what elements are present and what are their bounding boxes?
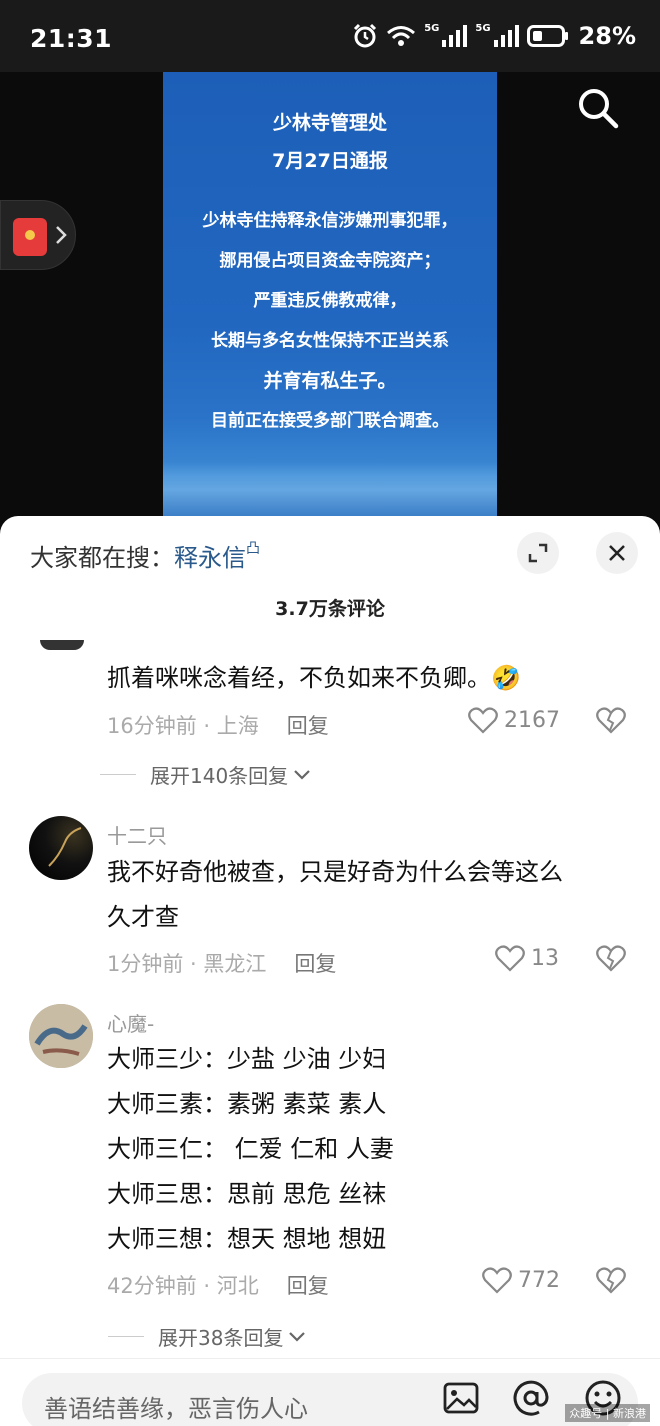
- poster-date: 7月27日通报: [272, 150, 388, 172]
- comment-input-placeholder: 善语结善缘，恶言伤人心: [44, 1395, 308, 1423]
- alarm-icon: [354, 23, 377, 48]
- like-button[interactable]: 2167: [468, 706, 560, 734]
- signal-icon: [442, 25, 468, 47]
- status-bar: 21:31 5G 5G 28%: [0, 0, 660, 72]
- hot-search-prefix: 大家都在搜：: [30, 544, 174, 572]
- comment-time-location: 16分钟前 · 上海: [107, 714, 259, 738]
- dislike-button[interactable]: [596, 706, 626, 738]
- hot-search[interactable]: 大家都在搜：释永信凸: [30, 538, 260, 573]
- comment-nickname[interactable]: 心魔-: [107, 1008, 154, 1037]
- comment-text-line: 久才查: [107, 903, 179, 931]
- heart-icon: [468, 707, 498, 734]
- like-count: 772: [518, 1267, 560, 1293]
- poster-line: 目前正在接受多部门联合调查。: [211, 411, 449, 431]
- network-type-1: 5G: [424, 22, 440, 34]
- poster-line: 少林寺住持释永信涉嫌刑事犯罪，: [202, 211, 458, 231]
- comment-meta: 16分钟前 · 上海 回复: [107, 710, 329, 740]
- comment-text-line: 大师三素：素粥 素菜 素人: [107, 1090, 387, 1118]
- avatar[interactable]: [29, 816, 93, 880]
- heart-icon: [482, 1267, 512, 1294]
- comment-time-location: 42分钟前 · 河北: [107, 1274, 259, 1298]
- comment-text-line: 我不好奇他被查，只是好奇为什么会等这么: [107, 858, 563, 886]
- broken-heart-icon: [596, 1267, 626, 1294]
- expand-replies-label: 展开38条回复: [158, 1326, 284, 1350]
- watermark: 众趣号 | 新浪港: [565, 1404, 650, 1422]
- heart-icon: [495, 945, 525, 972]
- poster-line: 并育有私生子。: [263, 370, 397, 392]
- close-button[interactable]: [596, 532, 638, 574]
- comment-text-line: 大师三少：少盐 少油 少妇: [107, 1045, 387, 1073]
- search-small-icon: 凸: [246, 541, 260, 557]
- comment-time-location: 1分钟前 · 黑龙江: [107, 952, 267, 976]
- battery-icon: [526, 25, 568, 47]
- chevron-down-icon: [289, 1331, 306, 1342]
- wifi-icon: [387, 26, 416, 46]
- comment-meta: 42分钟前 · 河北 回复: [107, 1270, 329, 1300]
- red-packet-tab[interactable]: [0, 200, 76, 270]
- poster-title: 少林寺管理处: [272, 112, 387, 134]
- expand-button[interactable]: [517, 532, 559, 574]
- comment-nickname[interactable]: 十二只: [107, 820, 167, 849]
- poster-line: 严重违反佛教戒律，: [253, 291, 407, 311]
- status-icons: 5G 5G 28%: [352, 22, 636, 50]
- dislike-button[interactable]: [596, 944, 626, 976]
- comment-text: 抓着咪咪念着经，不负如来不负卿。🤣: [107, 664, 521, 692]
- expand-replies[interactable]: 展开38条回复: [108, 1322, 307, 1351]
- expand-replies-label: 展开140条回复: [150, 764, 289, 788]
- poster-line: 挪用侵占项目资金寺院资产；: [219, 251, 441, 271]
- like-count: 13: [531, 945, 559, 971]
- image-icon: [443, 1382, 479, 1414]
- expand-replies[interactable]: 展开140条回复: [100, 760, 312, 789]
- search-icon: [579, 89, 619, 129]
- avatar-image: [48, 827, 82, 867]
- chevron-right-icon: [56, 226, 67, 244]
- reply-button[interactable]: 回复: [287, 714, 329, 738]
- at-icon: [513, 1380, 549, 1416]
- dislike-button[interactable]: [596, 1266, 626, 1298]
- comment-text-line: 大师三想：想天 想地 想妞: [107, 1225, 387, 1253]
- signal-icon-2: [493, 25, 519, 47]
- comment-meta: 1分钟前 · 黑龙江 回复: [107, 948, 336, 978]
- close-icon: [609, 545, 625, 561]
- avatar[interactable]: [29, 1004, 93, 1068]
- like-count: 2167: [504, 707, 560, 733]
- comment-sheet: 大家都在搜：释永信凸 3.7万条评论 抓着咪咪念着经，不负如来不负卿。🤣 16分…: [0, 516, 660, 1426]
- mention-button[interactable]: [512, 1379, 550, 1417]
- status-time: 21:31: [30, 24, 113, 53]
- divider-line: [108, 1336, 144, 1337]
- avatar[interactable]: [40, 640, 84, 650]
- reply-button[interactable]: 回复: [294, 952, 336, 976]
- network-type-2: 5G: [475, 22, 491, 34]
- like-button[interactable]: 13: [495, 944, 559, 972]
- expand-icon: [528, 543, 548, 563]
- image-button[interactable]: [442, 1379, 480, 1417]
- chevron-down-icon: [294, 769, 310, 780]
- comment-input[interactable]: 善语结善缘，恶言伤人心: [22, 1373, 638, 1426]
- reply-button[interactable]: 回复: [287, 1274, 329, 1298]
- poster-line: 长期与多名女性保持不正当关系: [211, 331, 449, 351]
- like-button[interactable]: 772: [482, 1266, 560, 1294]
- comment-text-line: 大师三思：思前 思危 丝袜: [107, 1180, 387, 1208]
- hot-search-keyword[interactable]: 释永信: [174, 544, 246, 572]
- announcement-poster: 少林寺管理处 7月27日通报 少林寺住持释永信涉嫌刑事犯罪， 挪用侵占项目资金寺…: [163, 72, 497, 532]
- broken-heart-icon: [596, 707, 626, 734]
- comment-count-title: 3.7万条评论: [275, 598, 385, 620]
- broken-heart-icon: [596, 945, 626, 972]
- avatar-image: [29, 1004, 93, 1068]
- comment-input-bar: 善语结善缘，恶言伤人心 众趣号 | 新浪港: [0, 1358, 660, 1426]
- video-player[interactable]: 少林寺管理处 7月27日通报 少林寺住持释永信涉嫌刑事犯罪， 挪用侵占项目资金寺…: [0, 72, 660, 532]
- red-packet-icon: [13, 218, 47, 256]
- divider-line: [100, 774, 136, 775]
- search-button[interactable]: [576, 86, 620, 130]
- battery-percent: 28%: [578, 22, 636, 50]
- comment-text-line: 大师三仁： 仁爱 仁和 人妻: [107, 1135, 394, 1163]
